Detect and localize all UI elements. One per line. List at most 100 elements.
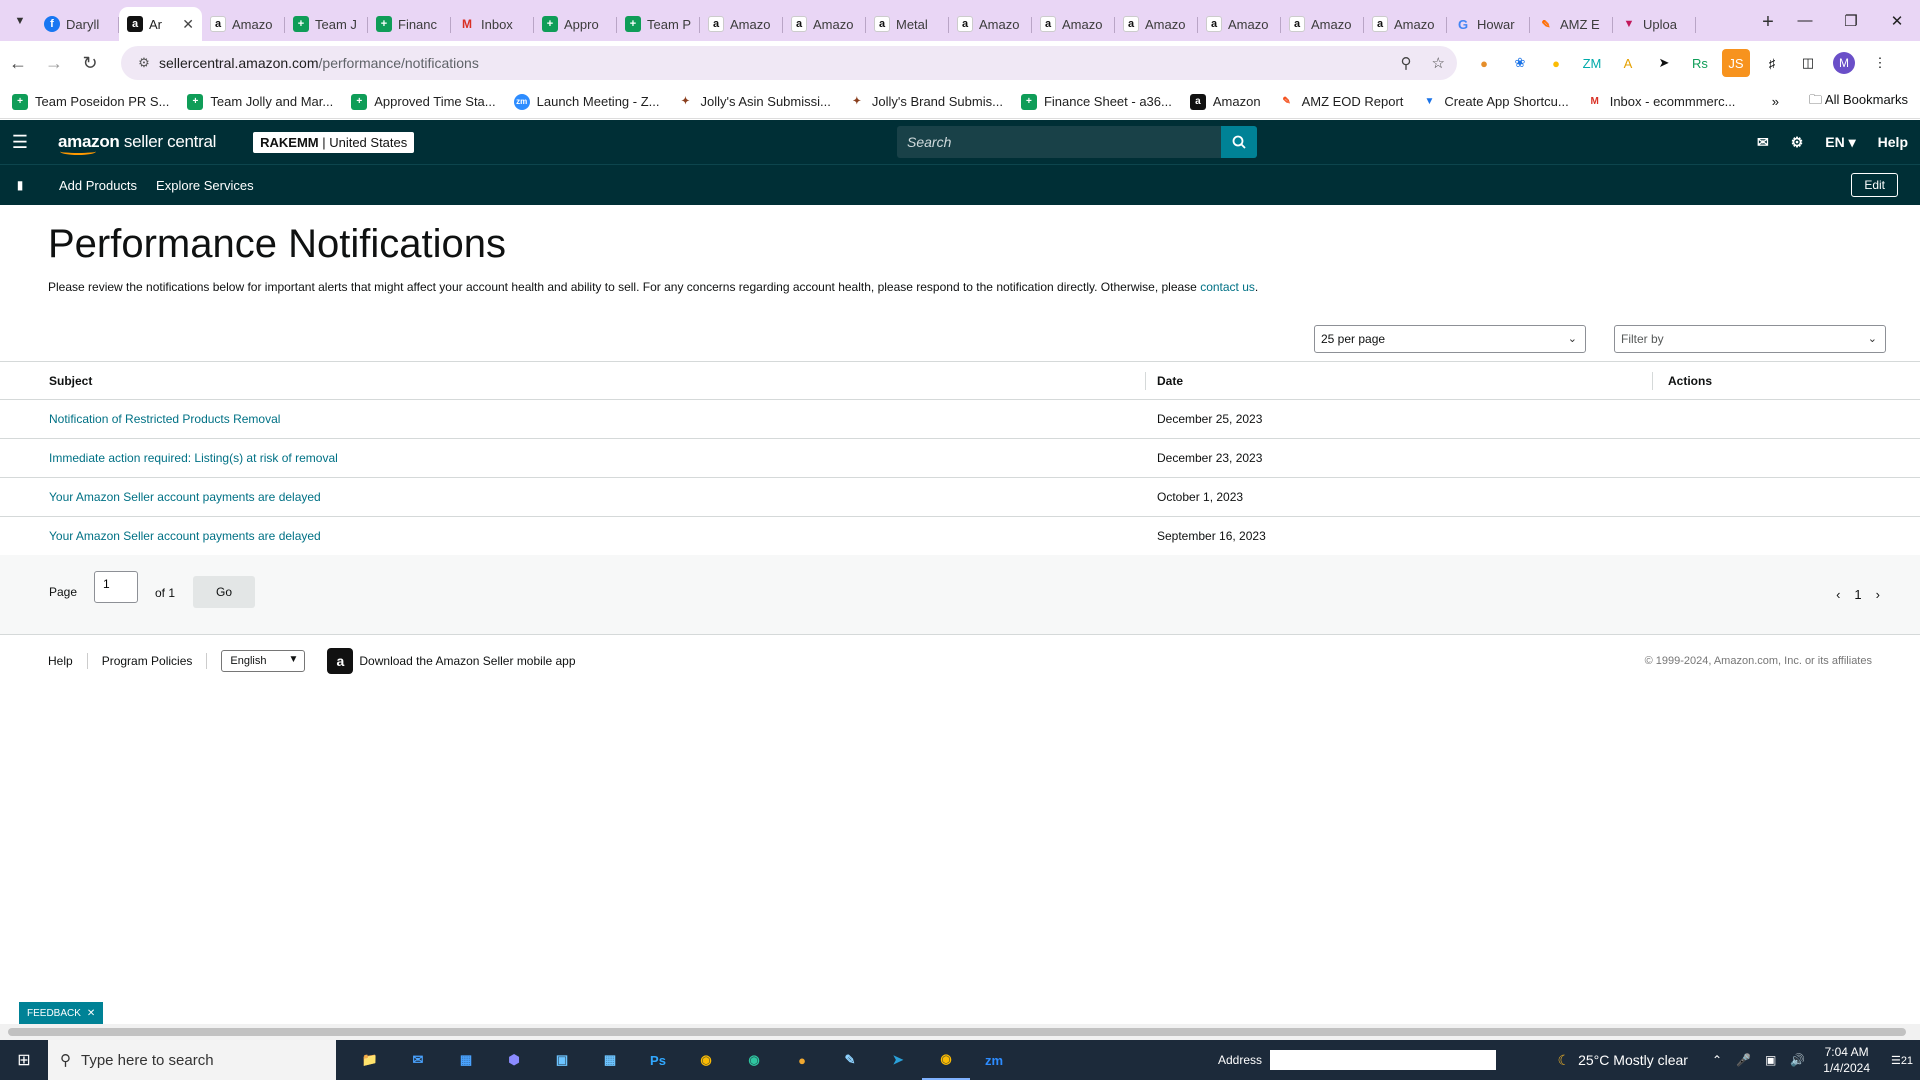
more-bookmarks-chevron-icon[interactable]: »: [1772, 94, 1779, 109]
bookmark-item[interactable]: a Amazon: [1189, 93, 1261, 110]
browser-tab[interactable]: a Amazo: [1032, 7, 1115, 41]
monitor-app-icon[interactable]: ▣: [538, 1040, 586, 1080]
site-info-icon[interactable]: ⚙: [129, 55, 159, 71]
chrome-app-icon[interactable]: ◉: [682, 1040, 730, 1080]
browser-tab[interactable]: + Financ: [368, 7, 451, 41]
minimize-icon[interactable]: —: [1782, 0, 1828, 41]
telegram-app-icon[interactable]: ➤: [874, 1040, 922, 1080]
new-tab-plus-icon[interactable]: +: [1754, 8, 1782, 36]
browser-tab[interactable]: ▼ Uploa: [1613, 7, 1696, 41]
bookmark-item[interactable]: ▼ Create App Shortcu...: [1421, 94, 1568, 110]
bookmark-item[interactable]: + Team Jolly and Mar...: [187, 93, 333, 110]
zoom-magnifier-icon[interactable]: ⚲: [1401, 54, 1412, 72]
browser-tab[interactable]: a Amazo: [202, 7, 285, 41]
store-selector[interactable]: RAKEMM | United States: [253, 131, 415, 153]
tray-chevron-up-icon[interactable]: ⌃: [1712, 1053, 1722, 1067]
feedback-button[interactable]: FEEDBACK ✕: [19, 1002, 104, 1024]
extensions-puzzle-icon[interactable]: ♯: [1758, 49, 1786, 77]
per-page-select[interactable]: 25 per page ⌄: [1314, 325, 1586, 353]
side-panel-icon[interactable]: ◫: [1794, 49, 1822, 77]
browser-menu-kebab-icon[interactable]: ⋮: [1866, 49, 1894, 77]
edit-nav-button[interactable]: Edit: [1851, 173, 1898, 197]
browser-tab[interactable]: a Amazo: [783, 7, 866, 41]
browser-tab[interactable]: M Inbox: [451, 7, 534, 41]
volume-icon[interactable]: 🔊: [1790, 1053, 1805, 1067]
go-button[interactable]: Go: [193, 576, 255, 608]
notes-app-icon[interactable]: ✎: [826, 1040, 874, 1080]
notification-center-icon[interactable]: ☰21: [1884, 1054, 1920, 1067]
bookmark-star-icon[interactable]: ☆: [1432, 54, 1445, 72]
extension-blue-icon[interactable]: ❀: [1506, 49, 1534, 77]
extension-rs-icon[interactable]: Rs: [1686, 49, 1714, 77]
close-icon[interactable]: ✕: [87, 1008, 95, 1019]
column-header-date[interactable]: Date: [1145, 361, 1652, 400]
next-page-chevron-icon[interactable]: ›: [1876, 587, 1880, 602]
browser-tab[interactable]: f Daryll: [36, 7, 119, 41]
browser-tab[interactable]: a Amazo: [1364, 7, 1447, 41]
previous-page-chevron-icon[interactable]: ‹: [1836, 587, 1840, 602]
taskbar-clock[interactable]: 7:04 AM 1/4/2024: [1823, 1044, 1870, 1076]
settings-gear-icon[interactable]: ⚙: [1791, 134, 1804, 151]
photoshop-app-icon[interactable]: Ps: [634, 1040, 682, 1080]
profile-avatar[interactable]: M: [1830, 49, 1858, 77]
extension-cursor-icon[interactable]: ➤: [1650, 49, 1678, 77]
microphone-icon[interactable]: 🎤: [1736, 1053, 1751, 1067]
zoom-app-icon[interactable]: zm: [970, 1040, 1018, 1080]
bookmark-item[interactable]: ✎ AMZ EOD Report: [1279, 94, 1403, 110]
nav-add-products[interactable]: Add Products: [59, 178, 137, 193]
browser-tab[interactable]: a Amazo: [1281, 7, 1364, 41]
tab-search-chevron-icon[interactable]: ▼: [8, 9, 32, 33]
all-bookmarks-link[interactable]: 🗀 All Bookmarks: [1809, 91, 1908, 113]
mail-envelope-icon[interactable]: ✉: [1757, 134, 1769, 151]
browser-tab[interactable]: a Metal: [866, 7, 949, 41]
chrome-profile-app-icon[interactable]: ◉: [922, 1040, 970, 1080]
game-app-icon[interactable]: ●: [778, 1040, 826, 1080]
browser-tab[interactable]: a Amazo: [700, 7, 783, 41]
browser-tab[interactable]: G Howar: [1447, 7, 1530, 41]
bookmark-item[interactable]: + Finance Sheet - a36...: [1020, 93, 1172, 110]
reload-icon[interactable]: ↻: [72, 45, 108, 81]
browser-tab[interactable]: a Ar ✕: [119, 7, 202, 41]
extension-chrome-icon[interactable]: ●: [1542, 49, 1570, 77]
current-page-number[interactable]: 1: [1854, 587, 1861, 602]
file-explorer-icon[interactable]: 📁: [346, 1040, 394, 1080]
taskbar-address-input[interactable]: [1270, 1050, 1497, 1070]
store-app-icon[interactable]: ▦: [442, 1040, 490, 1080]
hamburger-menu-icon[interactable]: ☰: [0, 120, 40, 164]
close-window-icon[interactable]: ✕: [1874, 0, 1920, 41]
extension-js-icon[interactable]: JS: [1722, 49, 1750, 77]
footer-help-link[interactable]: Help: [48, 654, 73, 668]
filter-by-select[interactable]: Filter by ⌄: [1614, 325, 1886, 353]
amazon-seller-app-icon[interactable]: a: [327, 648, 354, 674]
download-app-link[interactable]: Download the Amazon Seller mobile app: [359, 654, 575, 668]
contact-us-link[interactable]: contact us: [1200, 280, 1255, 294]
help-link[interactable]: Help: [1878, 134, 1908, 150]
notification-subject-link[interactable]: Your Amazon Seller account payments are …: [49, 490, 321, 504]
mail-app-icon[interactable]: ✉: [394, 1040, 442, 1080]
notification-subject-link[interactable]: Your Amazon Seller account payments are …: [49, 529, 321, 543]
weather-widget[interactable]: ☾ 25°C Mostly clear: [1558, 1052, 1688, 1069]
bookmark-item[interactable]: ✦ Jolly's Brand Submis...: [849, 94, 1003, 110]
column-header-subject[interactable]: Subject: [0, 361, 1145, 400]
close-tab-icon[interactable]: ✕: [182, 16, 194, 33]
footer-language-select[interactable]: English ▼: [221, 650, 306, 672]
extension-honey-icon[interactable]: ●: [1470, 49, 1498, 77]
bookmark-item[interactable]: M Inbox - ecommmerc...: [1587, 94, 1736, 110]
network-icon[interactable]: ▣: [1765, 1053, 1776, 1067]
browser-tab[interactable]: + Team J: [285, 7, 368, 41]
horizontal-scrollbar[interactable]: [0, 1024, 1920, 1040]
back-arrow-icon[interactable]: ←: [0, 45, 36, 81]
page-number-input[interactable]: [94, 571, 138, 603]
address-bar[interactable]: ⚙ sellercentral.amazon.com/performance/n…: [121, 46, 1457, 80]
extension-translate-icon[interactable]: A: [1614, 49, 1642, 77]
forward-arrow-icon[interactable]: →: [36, 45, 72, 81]
amazon-seller-central-logo[interactable]: amazon seller central: [58, 132, 216, 155]
windows-start-icon[interactable]: ⊞: [0, 1040, 48, 1080]
notification-subject-link[interactable]: Immediate action required: Listing(s) at…: [49, 451, 338, 465]
seller-search-input[interactable]: [897, 126, 1221, 158]
bookmark-item[interactable]: + Team Poseidon PR S...: [12, 93, 169, 110]
browser-tab[interactable]: ✎ AMZ E: [1530, 7, 1613, 41]
teams-like-app-icon[interactable]: ⬢: [490, 1040, 538, 1080]
bookmark-item[interactable]: + Approved Time Sta...: [351, 93, 496, 110]
search-icon[interactable]: [1221, 126, 1257, 158]
